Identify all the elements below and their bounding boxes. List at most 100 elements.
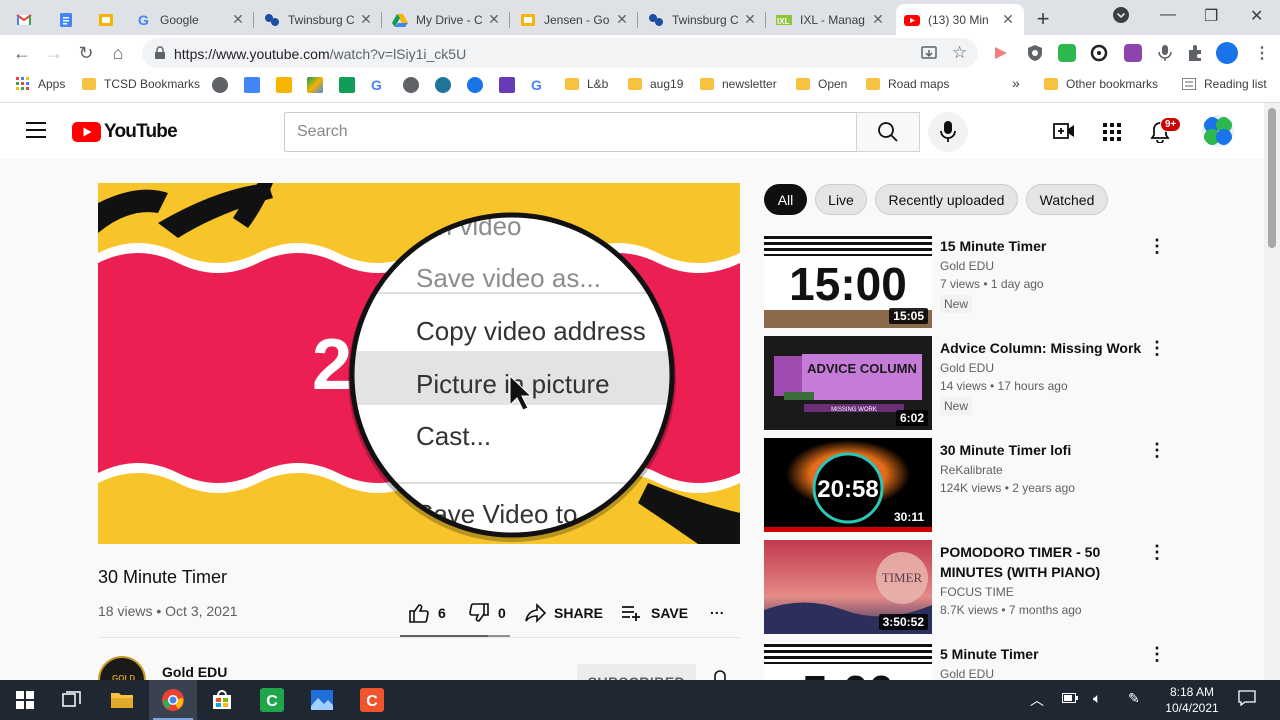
bookmark-globe[interactable]	[212, 77, 235, 93]
close-tab-icon[interactable]: ✕	[486, 11, 502, 28]
recommendation-title[interactable]: 15 Minute Timer	[940, 236, 1160, 256]
more-vertical-icon[interactable]: ⋮	[1148, 644, 1166, 664]
bookmark-drive[interactable]	[307, 77, 330, 93]
share-button[interactable]: SHARE	[524, 603, 603, 623]
tab-search-icon[interactable]	[1112, 6, 1130, 24]
tab-youtube-active[interactable]: (13) 30 Min ✕	[896, 4, 1024, 35]
recommendation-channel[interactable]: Gold EDU	[940, 259, 994, 273]
chrome-taskbar-button[interactable]	[149, 680, 197, 720]
recommendation-channel[interactable]: Gold EDU	[940, 667, 994, 680]
dislike-button[interactable]: 0	[468, 603, 506, 623]
bookmark-open[interactable]: Open	[796, 77, 847, 91]
page-scrollbar[interactable]	[1264, 103, 1280, 680]
chip-watched[interactable]: Watched	[1026, 184, 1108, 215]
address-bar[interactable]: https://www.youtube.com/watch?v=lSiy1i_c…	[142, 38, 978, 68]
photos-button[interactable]	[298, 680, 346, 720]
reload-button[interactable]: ↻	[74, 41, 98, 65]
bookmark-apps[interactable]: Apps	[16, 77, 65, 91]
voice-search-button[interactable]	[928, 112, 968, 152]
more-vertical-icon[interactable]: ⋮	[1148, 236, 1166, 256]
bookmark-newsletter[interactable]: newsletter	[700, 77, 777, 91]
bookmarks-overflow[interactable]: »	[1012, 75, 1020, 91]
tab-twinsburg-2[interactable]: Twinsburg C ✕	[640, 4, 766, 35]
show-hidden-icons[interactable]: ︿	[1030, 690, 1044, 710]
close-tab-icon[interactable]: ✕	[358, 11, 374, 28]
video-thumbnail[interactable]: 20:58 30:11	[764, 438, 932, 532]
recommendation-channel[interactable]: FOCUS TIME	[940, 585, 1014, 599]
recommendation-channel[interactable]: ReKalibrate	[940, 463, 1003, 477]
notifications-button[interactable]: 9+	[1150, 117, 1182, 143]
back-button[interactable]: ←	[10, 41, 34, 65]
tab-ixl[interactable]: IXL IXL - Manag ✕	[768, 4, 894, 35]
apps-grid-button[interactable]	[1103, 123, 1121, 141]
system-clock[interactable]: 8:18 AM 10/4/2021	[1162, 684, 1222, 716]
bookmark-google[interactable]: G	[371, 77, 394, 93]
tab-google-slides[interactable]	[90, 4, 126, 35]
like-button[interactable]: 6	[408, 603, 446, 623]
camtasia-button[interactable]: C	[248, 680, 296, 720]
chip-live[interactable]: Live	[815, 184, 867, 215]
bookmark-other[interactable]: Other bookmarks	[1044, 77, 1158, 91]
recommendation-item[interactable]: TIMER 3:50:52 POMODORO TIMER - 50 MINUTE…	[764, 540, 1174, 634]
video-thumbnail[interactable]: 15:00 15:05	[764, 234, 932, 328]
recommendation-title[interactable]: POMODORO TIMER - 50 MINUTES (WITH PIANO)	[940, 542, 1160, 582]
recommendation-title[interactable]: 30 Minute Timer lofi	[940, 440, 1160, 460]
tab-my-drive[interactable]: My Drive - C ✕	[384, 4, 510, 35]
close-tab-icon[interactable]: ✕	[230, 11, 246, 28]
recommendation-item[interactable]: 20:58 30:11 30 Minute Timer lofi ReKalib…	[764, 438, 1174, 532]
volume-icon[interactable]: 🔈︎	[1093, 690, 1101, 707]
chip-all[interactable]: All	[764, 184, 807, 215]
tab-google[interactable]: G Google ✕	[128, 4, 254, 35]
save-button[interactable]: SAVE	[621, 603, 688, 623]
puzzle-piece-icon[interactable]	[1186, 44, 1204, 62]
recommendation-item[interactable]: 15:00 15:05 15 Minute Timer Gold EDU 7 v…	[764, 234, 1174, 328]
video-thumbnail[interactable]: 5:00	[764, 642, 932, 680]
recommendation-item[interactable]: 5:00 5 Minute Timer Gold EDU ⋮	[764, 642, 1174, 680]
recommendation-channel[interactable]: Gold EDU	[940, 361, 994, 375]
search-box[interactable]	[284, 112, 857, 152]
close-tab-icon[interactable]: ✕	[1000, 11, 1016, 28]
extension-icon[interactable]	[1058, 44, 1076, 62]
youtube-logo[interactable]: YouTube	[72, 121, 178, 143]
battery-icon[interactable]	[1062, 693, 1078, 703]
close-tab-icon[interactable]: ✕	[870, 11, 886, 28]
bookmark-lb[interactable]: L&b	[565, 77, 608, 91]
channel-name[interactable]: Gold EDU	[162, 664, 227, 680]
bookmark-slides[interactable]	[276, 77, 299, 93]
scrollbar-thumb[interactable]	[1268, 108, 1276, 248]
recommendation-title[interactable]: 5 Minute Timer	[940, 644, 1160, 664]
create-video-button[interactable]	[1053, 121, 1075, 141]
bookmark-globe-2[interactable]	[403, 77, 426, 93]
video-thumbnail[interactable]: ADVICE COLUMN MISSING WORK 6:02	[764, 336, 932, 430]
close-tab-icon[interactable]: ✕	[742, 11, 758, 28]
tab-twinsburg-1[interactable]: Twinsburg C ✕	[256, 4, 382, 35]
more-vertical-icon[interactable]: ⋮	[1148, 338, 1166, 358]
recommendation-title[interactable]: Advice Column: Missing Work	[940, 338, 1160, 358]
home-button[interactable]: ⌂	[106, 41, 130, 65]
restore-button[interactable]: ❐	[1204, 6, 1218, 26]
reading-list[interactable]: Reading list	[1182, 77, 1267, 91]
task-view-button[interactable]	[48, 680, 96, 720]
new-tab-button[interactable]: +	[1032, 6, 1054, 32]
microphone-icon[interactable]	[1156, 44, 1174, 62]
bookmark-star-icon[interactable]: ☆	[952, 43, 967, 63]
account-avatar[interactable]	[1202, 115, 1234, 147]
more-vertical-icon[interactable]: ⋮	[1148, 440, 1166, 460]
video-thumbnail[interactable]: TIMER 3:50:52	[764, 540, 932, 634]
bookmark-calendar[interactable]	[244, 77, 267, 93]
search-input[interactable]	[297, 123, 837, 141]
shield-icon[interactable]	[1026, 44, 1044, 62]
extension-icon[interactable]	[1090, 44, 1108, 62]
chrome-menu-icon[interactable]: ⋮	[1254, 43, 1270, 63]
bookmark-c[interactable]	[467, 77, 490, 93]
bookmark-tcsd[interactable]: TCSD Bookmarks	[82, 77, 200, 91]
bookmark-classroom[interactable]	[339, 77, 362, 93]
chip-recently-uploaded[interactable]: Recently uploaded	[875, 184, 1018, 215]
recommendation-item[interactable]: ADVICE COLUMN MISSING WORK 6:02 Advice C…	[764, 336, 1174, 430]
video-player[interactable]: 2 ...h video Save video as... Copy video…	[98, 183, 740, 544]
tab-gmail[interactable]	[8, 4, 48, 35]
tab-google-docs[interactable]	[50, 4, 86, 35]
extension-icon[interactable]	[992, 44, 1010, 62]
bookmark-wordpress[interactable]	[435, 77, 458, 93]
forward-button[interactable]: →	[42, 41, 66, 65]
